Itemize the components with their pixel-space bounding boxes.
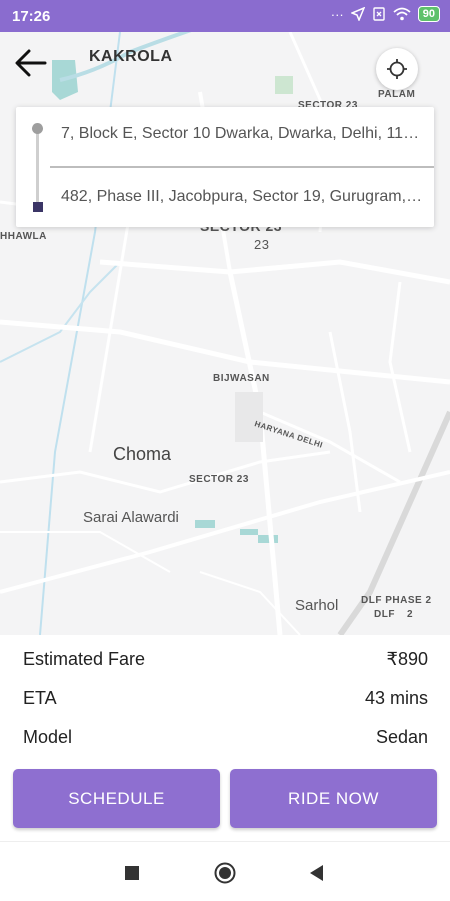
map-label-sarhol: Sarhol — [295, 597, 339, 614]
map-label-palam: PALAM — [378, 89, 416, 100]
circle-home-icon — [214, 862, 236, 884]
notification-dots: ··· — [330, 6, 344, 22]
drop-address-field[interactable]: 482, Phase III, Jacobpura, Sector 19, Gu… — [61, 188, 423, 206]
home-button[interactable] — [212, 860, 238, 886]
back-button[interactable] — [10, 42, 52, 84]
back-nav-button[interactable] — [304, 860, 330, 886]
sim-card-icon — [373, 7, 385, 21]
schedule-button[interactable]: SCHEDULE — [13, 769, 220, 828]
fare-value: ₹890 — [386, 649, 428, 669]
square-icon — [125, 866, 139, 880]
system-nav-bar — [0, 841, 450, 901]
map-label-bijwasan: BIJWASAN — [213, 373, 270, 384]
model-label: Model — [23, 727, 73, 747]
route-line — [36, 127, 39, 207]
map-label-dlf-number: 2 — [407, 609, 414, 620]
map-label-dlf: DLF — [374, 609, 395, 620]
recents-button[interactable] — [119, 860, 145, 886]
eta-value: 43 mins — [364, 688, 428, 708]
map-label-sector-number: 23 — [254, 237, 270, 252]
pickup-dot-icon — [32, 123, 43, 134]
fare-label: Estimated Fare — [23, 649, 146, 669]
ride-now-button[interactable]: RIDE NOW — [230, 769, 437, 828]
wifi-icon — [393, 7, 411, 21]
route-card: 7, Block E, Sector 10 Dwarka, Dwarka, De… — [16, 107, 434, 227]
model-row: Model Sedan — [23, 727, 428, 748]
pickup-address-field[interactable]: 7, Block E, Sector 10 Dwarka, Dwarka, De… — [61, 125, 423, 143]
map-label-sector-23: SECTOR 23 — [189, 474, 249, 485]
fare-row: Estimated Fare ₹890 — [23, 649, 428, 670]
map-label-chhawla: HHAWLA — [0, 231, 47, 242]
crosshair-icon — [387, 59, 407, 79]
drop-square-icon — [33, 202, 43, 212]
model-value: Sedan — [375, 727, 428, 747]
map-label-dlf-phase: DLF PHASE 2 — [361, 595, 432, 606]
map-label-kakrola: KAKROLA — [89, 48, 173, 65]
location-arrow-icon — [350, 7, 365, 21]
eta-row: ETA 43 mins — [23, 688, 428, 709]
my-location-button[interactable] — [376, 48, 418, 90]
arrow-left-icon — [15, 49, 47, 77]
address-divider — [50, 166, 434, 168]
status-time: 17:26 — [12, 8, 51, 25]
status-icons: ··· 90 — [331, 6, 440, 22]
map-label-sarai-alawardi: Sarai Alawardi — [83, 509, 179, 526]
eta-label: ETA — [23, 688, 57, 708]
triangle-back-icon — [310, 865, 323, 881]
map-label-choma: Choma — [113, 444, 172, 464]
battery-icon: 90 — [417, 6, 440, 22]
status-bar: 17:26 ··· 90 — [0, 0, 450, 32]
